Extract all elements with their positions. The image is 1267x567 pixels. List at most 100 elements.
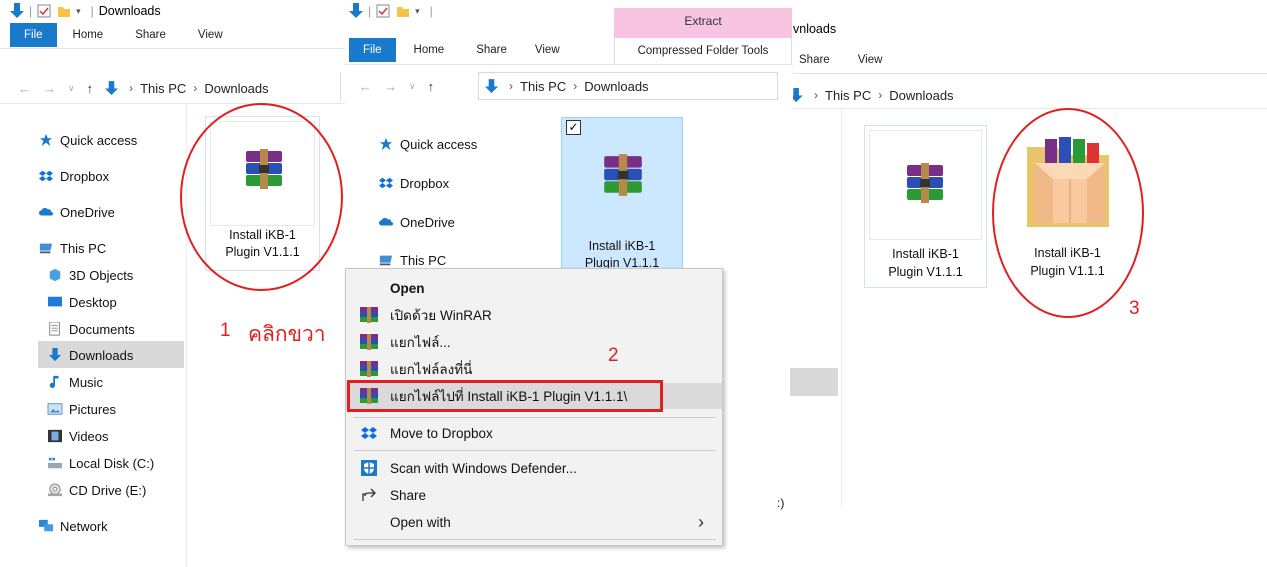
tab-home[interactable]: Home — [396, 38, 463, 62]
properties-icon[interactable] — [37, 4, 51, 18]
sidebar-item-music[interactable]: Music — [47, 371, 103, 393]
tab-share[interactable]: Share — [462, 38, 521, 62]
sidebar-item-dropbox[interactable]: Dropbox — [38, 165, 109, 187]
menu-item-move-to-dropbox[interactable]: Move to Dropbox — [346, 420, 722, 446]
sidebar-label: Quick access — [60, 132, 138, 148]
breadcrumb-this-pc[interactable]: This PC — [140, 81, 186, 96]
sidebar-label: OneDrive — [60, 204, 115, 220]
recent-dropdown-icon[interactable]: ∨ — [409, 81, 416, 92]
sidebar-label: This PC — [60, 240, 107, 256]
computer-icon — [379, 255, 393, 266]
sidebar-item-quick-access[interactable]: Quick access — [38, 129, 137, 151]
shield-icon — [361, 460, 377, 476]
sidebar-item-pictures[interactable]: Pictures — [47, 398, 116, 420]
qa-separator-2: | — [429, 4, 433, 18]
sidebar-item-documents[interactable]: Documents — [47, 318, 135, 340]
annotation-highlight-box — [347, 380, 663, 412]
sidebar-item-quick-access[interactable]: Quick access — [378, 133, 477, 155]
document-icon — [49, 322, 60, 336]
file-tile-install-ikb-archive[interactable]: Install iKB-1 Plugin V1.1.1 — [864, 125, 987, 288]
sidebar-item-this-pc[interactable]: This PC — [38, 237, 106, 259]
download-arrow-icon — [485, 78, 498, 93]
up-icon[interactable]: ↑ — [428, 79, 435, 94]
sidebar-item-onedrive[interactable]: OneDrive — [378, 211, 455, 233]
download-arrow-icon — [48, 348, 62, 362]
annotation-step-2: 2 — [608, 345, 619, 366]
window-title-fragment: vnloads — [793, 22, 837, 36]
forward-icon[interactable]: → — [384, 79, 397, 94]
ribbon-tabs: File Home Share View — [10, 23, 239, 47]
breadcrumb-downloads[interactable]: Downloads — [204, 81, 268, 96]
menu-item-scan-defender[interactable]: Scan with Windows Defender... — [346, 455, 722, 481]
download-arrow-icon[interactable] — [10, 3, 24, 19]
tab-home[interactable]: Home — [57, 23, 120, 47]
contextual-tab-extract[interactable]: Extract — [614, 8, 792, 38]
ribbon-divider — [793, 73, 1267, 74]
chevron-right-icon: › — [129, 81, 134, 95]
film-icon — [48, 429, 62, 443]
sidebar-item-cd-drive[interactable]: CD Drive (E:) — [47, 479, 146, 501]
new-folder-icon[interactable] — [396, 4, 410, 18]
tab-share[interactable]: Share — [119, 23, 182, 47]
tab-view[interactable]: View — [844, 48, 897, 72]
sidebar-item-desktop[interactable]: Desktop — [47, 291, 117, 313]
tab-view[interactable]: View — [182, 23, 239, 47]
menu-item-open-with-winrar[interactable]: เปิดด้วย WinRAR — [346, 302, 722, 328]
sidebar-item-network[interactable]: Network — [38, 515, 108, 537]
sidebar-item-downloads[interactable]: Downloads — [47, 344, 133, 366]
menu-item-extract-files[interactable]: แยกไฟล์... — [346, 329, 722, 355]
tab-file[interactable]: File — [10, 23, 57, 47]
address-divider — [793, 108, 1267, 109]
address-border — [340, 72, 341, 102]
cd-drive-icon — [48, 483, 62, 497]
breadcrumb-this-pc[interactable]: This PC — [825, 88, 871, 103]
window-title: Downloads — [98, 4, 161, 18]
sidebar-item-videos[interactable]: Videos — [47, 425, 109, 447]
tab-view[interactable]: View — [521, 38, 574, 62]
back-icon[interactable]: ← — [18, 81, 31, 96]
back-icon[interactable]: ← — [359, 79, 372, 94]
breadcrumb-downloads[interactable]: Downloads — [889, 88, 953, 103]
sidebar-label: Music — [69, 374, 103, 390]
tab-share[interactable]: Share — [799, 48, 844, 72]
sidebar-label: Dropbox — [400, 175, 450, 191]
breadcrumb-this-pc[interactable]: This PC — [520, 79, 566, 94]
breadcrumb-downloads[interactable]: Downloads — [584, 79, 648, 94]
tab-compressed-folder-tools[interactable]: Compressed Folder Tools — [614, 38, 792, 64]
forward-icon[interactable]: → — [43, 81, 56, 96]
download-arrow-icon[interactable] — [349, 3, 363, 19]
properties-icon[interactable] — [376, 4, 390, 18]
address-box[interactable]: › This PC › Downloads — [478, 72, 778, 100]
star-icon — [39, 133, 53, 147]
menu-label: เปิดด้วย WinRAR — [390, 308, 492, 323]
menu-item-extract-here[interactable]: แยกไฟล์ลงที่นี่ — [346, 356, 722, 382]
sidebar-item-onedrive[interactable]: OneDrive — [38, 201, 115, 223]
menu-item-open[interactable]: Open — [346, 275, 722, 301]
qa-separator-2: | — [90, 4, 94, 18]
menu-item-share[interactable]: Share — [346, 482, 722, 508]
sidebar-label: Network — [60, 518, 108, 534]
qa-dropdown-icon[interactable]: ▾ — [415, 6, 420, 17]
menu-item-open-with[interactable]: Open with › — [346, 509, 722, 535]
menu-label: แยกไฟล์... — [390, 335, 451, 350]
context-menu: Open เปิดด้วย WinRAR แยกไฟล์... แยกไฟล์ล… — [345, 268, 723, 546]
onedrive-cloud-icon — [379, 217, 393, 226]
new-folder-icon[interactable] — [57, 4, 71, 18]
tab-file[interactable]: File — [349, 38, 396, 62]
sidebar-item-dropbox[interactable]: Dropbox — [378, 172, 449, 194]
menu-label: Open — [390, 280, 425, 296]
recent-dropdown-icon[interactable]: ∨ — [68, 83, 75, 94]
up-icon[interactable]: ↑ — [87, 81, 94, 96]
quick-access-toolbar: | ▾ | Downloads — [10, 0, 161, 22]
sidebar-item-3d-objects[interactable]: 3D Objects — [47, 264, 133, 286]
selection-checkbox[interactable]: ✓ — [566, 120, 581, 135]
qa-dropdown-icon[interactable]: ▾ — [76, 6, 81, 17]
annotation-step-3: 3 — [1129, 298, 1140, 319]
sidebar-item-local-disk[interactable]: Local Disk (C:) — [47, 452, 154, 474]
download-arrow-icon — [793, 87, 803, 102]
star-icon — [379, 137, 393, 151]
file-tile-install-ikb-selected[interactable]: ✓ Install iKB-1 Plugin V1.1.1 — [561, 117, 683, 277]
chevron-right-icon: › — [193, 81, 198, 95]
dropbox-icon — [361, 427, 377, 439]
sidebar-label: Pictures — [69, 401, 116, 417]
